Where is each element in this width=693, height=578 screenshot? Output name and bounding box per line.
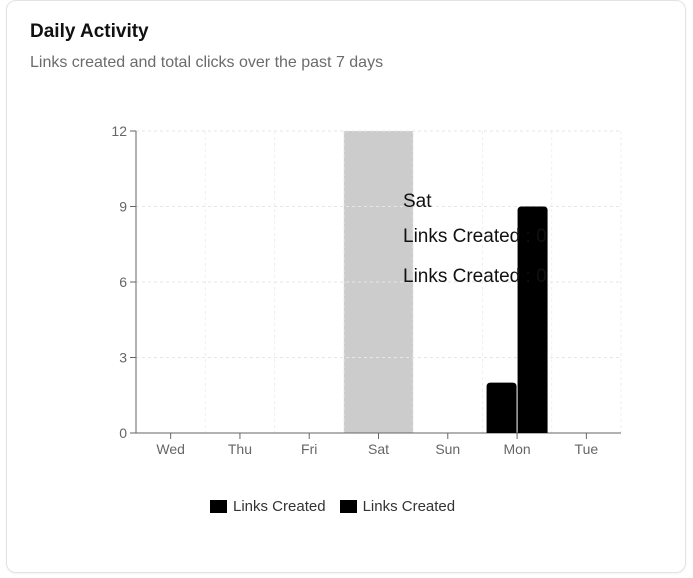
x-tick-label: Sun <box>435 441 460 457</box>
x-tick-label: Mon <box>503 441 530 457</box>
activity-bar-chart: 0 3 6 9 12 Wed Thu Fri Sat Sun Mon Tue Sat Links Crea… <box>111 123 622 457</box>
legend-item[interactable]: Links Created <box>339 498 456 515</box>
x-tick-label: Thu <box>228 441 252 457</box>
x-tick-label: Wed <box>156 441 185 457</box>
y-tick-label: 0 <box>119 425 127 441</box>
bar-mon-series-1 <box>486 382 517 433</box>
x-tick-label: Fri <box>301 441 317 457</box>
y-tick-label: 6 <box>119 274 127 290</box>
legend-swatch <box>339 500 357 513</box>
tooltip-line: Links Created : 0 <box>403 226 547 247</box>
legend-swatch <box>210 500 227 513</box>
y-tick-label: 12 <box>111 123 127 139</box>
chart-legend: Links Created Links Created <box>210 498 455 515</box>
x-tick-label: Tue <box>575 441 599 457</box>
y-tick-label: 9 <box>119 199 127 215</box>
x-tick-label: Sat <box>368 441 389 457</box>
y-tick-label: 3 <box>119 350 127 366</box>
legend-item[interactable]: Links Created <box>210 498 326 515</box>
legend-label: Links Created <box>233 498 326 515</box>
legend-label: Links Created <box>362 498 456 515</box>
tooltip-title: Sat <box>403 191 432 212</box>
tooltip-line: Links Created : 0 <box>403 266 547 287</box>
